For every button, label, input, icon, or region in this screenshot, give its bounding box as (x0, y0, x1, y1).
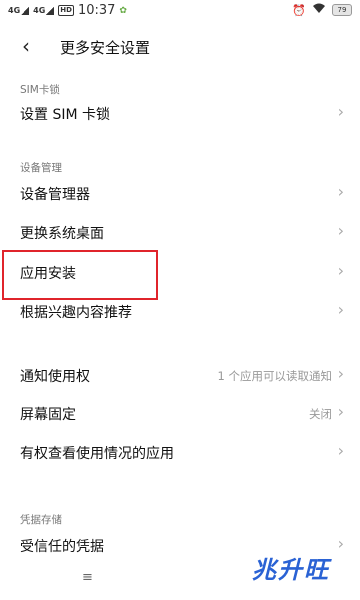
page-header: ‹ 更多安全设置 (0, 28, 360, 68)
signal-bars-icon (21, 6, 30, 15)
row-app-install[interactable]: 应用安装 › (0, 255, 360, 291)
row-label: 设备管理器 (20, 187, 90, 203)
row-label: 根据兴趣内容推荐 (20, 305, 132, 321)
chevron-right-icon: › (337, 102, 344, 121)
row-label: 屏幕固定 (20, 407, 76, 423)
page-title: 更多安全设置 (60, 39, 151, 57)
chevron-right-icon: › (337, 182, 344, 201)
row-interest-recommendation[interactable]: 根据兴趣内容推荐 › (0, 294, 360, 330)
alarm-icon: ⏰ (292, 3, 306, 17)
wifi-icon (312, 3, 326, 17)
status-bar: 4G 4G HD 10:37 ✿ ⏰ 79 (0, 0, 360, 20)
signal-indicator-2: 4G (33, 5, 55, 15)
row-label: 通知使用权 (20, 369, 90, 385)
chevron-right-icon: › (337, 221, 344, 240)
signal-bars-icon (46, 6, 55, 15)
row-value: 关闭 (309, 407, 332, 421)
row-sim-lock[interactable]: 设置 SIM 卡锁 › (0, 96, 360, 132)
row-label: 受信任的凭据 (20, 539, 104, 555)
row-usage-access-apps[interactable]: 有权查看使用情况的应用 › (0, 435, 360, 471)
row-value: 1 个应用可以读取通知 (217, 369, 332, 383)
row-device-manager[interactable]: 设备管理器 › (0, 176, 360, 212)
status-left: 4G 4G HD 10:37 ✿ (8, 3, 127, 18)
section-label-sim: SIM卡锁 (20, 84, 60, 96)
back-arrow-icon: ‹ (22, 34, 30, 58)
chevron-right-icon: › (337, 534, 344, 553)
row-label: 设置 SIM 卡锁 (20, 107, 110, 123)
chevron-right-icon: › (337, 364, 344, 383)
status-time: 10:37 (77, 3, 116, 18)
menu-icon[interactable]: ≡ (82, 571, 100, 586)
signal-indicator-1: 4G (8, 5, 30, 15)
chevron-right-icon: › (337, 300, 344, 319)
network-type-label: 4G (8, 5, 21, 15)
row-screen-pinning[interactable]: 屏幕固定 关闭 › (0, 396, 360, 432)
row-label: 更换系统桌面 (20, 226, 104, 242)
network-type-label: 4G (33, 5, 46, 15)
hd-badge: HD (58, 5, 74, 16)
battery-icon: 79 (332, 4, 352, 16)
row-notification-access[interactable]: 通知使用权 1 个应用可以读取通知 › (0, 358, 360, 394)
notification-icon: ✿ (119, 5, 127, 16)
battery-level-label: 79 (337, 6, 347, 14)
row-label: 有权查看使用情况的应用 (20, 446, 174, 462)
chevron-right-icon: › (337, 441, 344, 460)
back-button[interactable]: ‹ (22, 34, 46, 60)
row-label: 应用安装 (20, 266, 76, 282)
section-label-credentials: 凭据存储 (20, 514, 62, 526)
chevron-right-icon: › (337, 402, 344, 421)
row-change-launcher[interactable]: 更换系统桌面 › (0, 215, 360, 251)
watermark-logo: 兆升旺 (252, 556, 330, 584)
chevron-right-icon: › (337, 261, 344, 280)
status-right: ⏰ 79 (292, 3, 352, 17)
section-label-device: 设备管理 (20, 162, 62, 174)
